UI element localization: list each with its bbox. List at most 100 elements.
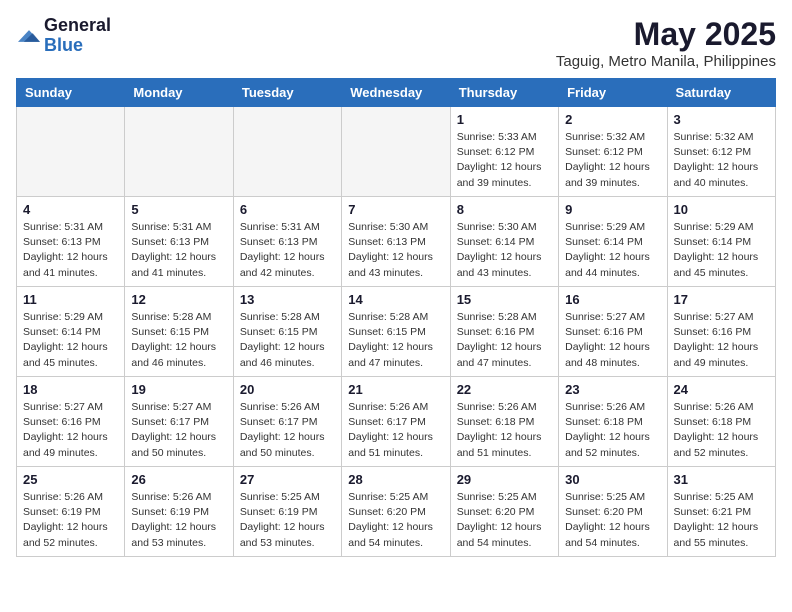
calendar-cell: 9Sunrise: 5:29 AMSunset: 6:14 PMDaylight…	[559, 197, 667, 287]
day-info: Sunrise: 5:30 AMSunset: 6:13 PMDaylight:…	[348, 220, 443, 281]
calendar-cell: 4 Sunrise: 5:31 AMSunset: 6:13 PMDaylight…	[17, 197, 125, 287]
calendar-cell: 26Sunrise: 5:26 AMSunset: 6:19 PMDayligh…	[125, 467, 233, 557]
day-info: Sunrise: 5:25 AMSunset: 6:19 PMDaylight:…	[240, 490, 335, 551]
calendar-cell: 5 Sunrise: 5:31 AMSunset: 6:13 PMDaylight…	[125, 197, 233, 287]
calendar-cell: 31Sunrise: 5:25 AMSunset: 6:21 PMDayligh…	[667, 467, 775, 557]
day-number: 13	[240, 292, 335, 307]
day-info: Sunrise: 5:28 AMSunset: 6:15 PMDaylight:…	[131, 310, 226, 371]
day-info: Sunrise: 5:25 AMSunset: 6:20 PMDaylight:…	[565, 490, 660, 551]
calendar-cell: 20 Sunrise: 5:26 AMSunset: 6:17 PMDayligh…	[233, 377, 341, 467]
page-header: General Blue May 2025 Taguig, Metro Mani…	[16, 16, 776, 70]
day-number: 7	[348, 202, 443, 217]
day-info: Sunrise: 5:29 AMSunset: 6:14 PMDaylight:…	[674, 220, 769, 281]
main-title: May 2025	[556, 16, 776, 53]
logo: General Blue	[16, 16, 111, 56]
day-number: 23	[565, 382, 660, 397]
day-info: Sunrise: 5:29 AMSunset: 6:14 PMDaylight:…	[23, 310, 118, 371]
week-row-3: 11 Sunrise: 5:29 AMSunset: 6:14 PMDayligh…	[17, 287, 776, 377]
day-number: 21	[348, 382, 443, 397]
day-number: 9	[565, 202, 660, 217]
day-number: 15	[457, 292, 552, 307]
weekday-header-sunday: Sunday	[17, 79, 125, 107]
day-number: 6	[240, 202, 335, 217]
day-info: Sunrise: 5:32 AMSunset: 6:12 PMDaylight:…	[565, 130, 660, 191]
calendar-cell: 28Sunrise: 5:25 AMSunset: 6:20 PMDayligh…	[342, 467, 450, 557]
calendar-cell: 30 Sunrise: 5:25 AMSunset: 6:20 PMDayligh…	[559, 467, 667, 557]
weekday-header-friday: Friday	[559, 79, 667, 107]
weekday-header-monday: Monday	[125, 79, 233, 107]
calendar-cell: 21 Sunrise: 5:26 AMSunset: 6:17 PMDayligh…	[342, 377, 450, 467]
logo-blue: Blue	[44, 36, 111, 56]
day-number: 22	[457, 382, 552, 397]
day-info: Sunrise: 5:26 AMSunset: 6:19 PMDaylight:…	[131, 490, 226, 551]
day-number: 18	[23, 382, 118, 397]
calendar-cell: 14 Sunrise: 5:28 AMSunset: 6:15 PMDayligh…	[342, 287, 450, 377]
day-info: Sunrise: 5:27 AMSunset: 6:16 PMDaylight:…	[674, 310, 769, 371]
day-info: Sunrise: 5:31 AMSunset: 6:13 PMDaylight:…	[23, 220, 118, 281]
day-number: 27	[240, 472, 335, 487]
day-info: Sunrise: 5:31 AMSunset: 6:13 PMDaylight:…	[131, 220, 226, 281]
calendar-cell: 11 Sunrise: 5:29 AMSunset: 6:14 PMDayligh…	[17, 287, 125, 377]
calendar-cell	[125, 107, 233, 197]
day-number: 14	[348, 292, 443, 307]
day-info: Sunrise: 5:28 AMSunset: 6:15 PMDaylight:…	[348, 310, 443, 371]
logo-general: General	[44, 16, 111, 36]
day-number: 2	[565, 112, 660, 127]
day-number: 3	[674, 112, 769, 127]
day-number: 25	[23, 472, 118, 487]
day-number: 4	[23, 202, 118, 217]
calendar-cell: 18 Sunrise: 5:27 AMSunset: 6:16 PMDayligh…	[17, 377, 125, 467]
day-number: 8	[457, 202, 552, 217]
day-info: Sunrise: 5:31 AMSunset: 6:13 PMDaylight:…	[240, 220, 335, 281]
week-row-4: 18 Sunrise: 5:27 AMSunset: 6:16 PMDayligh…	[17, 377, 776, 467]
calendar-cell	[233, 107, 341, 197]
day-number: 19	[131, 382, 226, 397]
day-number: 20	[240, 382, 335, 397]
weekday-header-saturday: Saturday	[667, 79, 775, 107]
subtitle: Taguig, Metro Manila, Philippines	[556, 53, 776, 70]
week-row-1: 1 Sunrise: 5:33 AMSunset: 6:12 PMDaylight…	[17, 107, 776, 197]
weekday-header-row: SundayMondayTuesdayWednesdayThursdayFrid…	[17, 79, 776, 107]
calendar-cell: 6 Sunrise: 5:31 AMSunset: 6:13 PMDaylight…	[233, 197, 341, 287]
calendar-table: SundayMondayTuesdayWednesdayThursdayFrid…	[16, 78, 776, 557]
calendar-cell: 22Sunrise: 5:26 AMSunset: 6:18 PMDayligh…	[450, 377, 558, 467]
day-info: Sunrise: 5:27 AMSunset: 6:17 PMDaylight:…	[131, 400, 226, 461]
calendar-cell: 23 Sunrise: 5:26 AMSunset: 6:18 PMDayligh…	[559, 377, 667, 467]
day-number: 28	[348, 472, 443, 487]
calendar-cell: 10 Sunrise: 5:29 AMSunset: 6:14 PMDayligh…	[667, 197, 775, 287]
day-number: 1	[457, 112, 552, 127]
day-number: 10	[674, 202, 769, 217]
day-number: 5	[131, 202, 226, 217]
calendar-cell: 16Sunrise: 5:27 AMSunset: 6:16 PMDayligh…	[559, 287, 667, 377]
day-info: Sunrise: 5:26 AMSunset: 6:17 PMDaylight:…	[348, 400, 443, 461]
calendar-cell: 27 Sunrise: 5:25 AMSunset: 6:19 PMDayligh…	[233, 467, 341, 557]
day-number: 11	[23, 292, 118, 307]
calendar-cell: 24Sunrise: 5:26 AMSunset: 6:18 PMDayligh…	[667, 377, 775, 467]
day-number: 16	[565, 292, 660, 307]
weekday-header-tuesday: Tuesday	[233, 79, 341, 107]
day-number: 30	[565, 472, 660, 487]
logo-icon	[18, 27, 40, 45]
week-row-5: 25 Sunrise: 5:26 AMSunset: 6:19 PMDayligh…	[17, 467, 776, 557]
day-info: Sunrise: 5:25 AMSunset: 6:21 PMDaylight:…	[674, 490, 769, 551]
day-info: Sunrise: 5:26 AMSunset: 6:17 PMDaylight:…	[240, 400, 335, 461]
calendar-cell	[342, 107, 450, 197]
day-number: 29	[457, 472, 552, 487]
calendar-cell: 2 Sunrise: 5:32 AMSunset: 6:12 PMDaylight…	[559, 107, 667, 197]
day-info: Sunrise: 5:32 AMSunset: 6:12 PMDaylight:…	[674, 130, 769, 191]
logo-text: General Blue	[44, 16, 111, 56]
calendar-cell: 19 Sunrise: 5:27 AMSunset: 6:17 PMDayligh…	[125, 377, 233, 467]
calendar-cell: 3 Sunrise: 5:32 AMSunset: 6:12 PMDaylight…	[667, 107, 775, 197]
day-info: Sunrise: 5:27 AMSunset: 6:16 PMDaylight:…	[23, 400, 118, 461]
week-row-2: 4 Sunrise: 5:31 AMSunset: 6:13 PMDaylight…	[17, 197, 776, 287]
calendar-cell: 7 Sunrise: 5:30 AMSunset: 6:13 PMDaylight…	[342, 197, 450, 287]
day-info: Sunrise: 5:26 AMSunset: 6:18 PMDaylight:…	[674, 400, 769, 461]
day-info: Sunrise: 5:33 AMSunset: 6:12 PMDaylight:…	[457, 130, 552, 191]
day-number: 17	[674, 292, 769, 307]
day-info: Sunrise: 5:30 AMSunset: 6:14 PMDaylight:…	[457, 220, 552, 281]
day-info: Sunrise: 5:26 AMSunset: 6:18 PMDaylight:…	[565, 400, 660, 461]
day-info: Sunrise: 5:28 AMSunset: 6:15 PMDaylight:…	[240, 310, 335, 371]
day-number: 12	[131, 292, 226, 307]
calendar-cell: 25Sunrise: 5:26 AMSunset: 6:19 PMDayligh…	[17, 467, 125, 557]
weekday-header-wednesday: Wednesday	[342, 79, 450, 107]
